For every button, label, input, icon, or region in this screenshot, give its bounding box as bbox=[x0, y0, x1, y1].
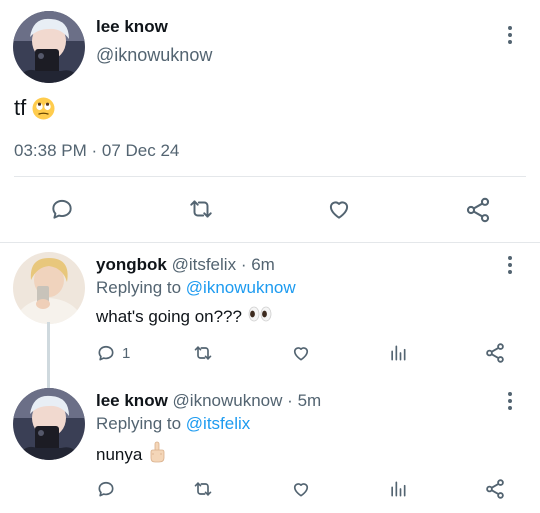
avatar[interactable] bbox=[13, 11, 85, 83]
more-icon-dot bbox=[508, 399, 512, 403]
share-button[interactable] bbox=[464, 196, 492, 224]
heart-icon bbox=[293, 483, 309, 497]
more-icon-dot bbox=[508, 26, 512, 30]
tweet-text: tf bbox=[14, 95, 55, 121]
reply-icon bbox=[52, 199, 72, 219]
heart-icon bbox=[329, 201, 349, 219]
more-icon-dot bbox=[508, 33, 512, 37]
replying-to-link[interactable]: @iknowuknow bbox=[186, 278, 296, 297]
analytics-button[interactable] bbox=[388, 479, 408, 499]
reply-header: lee know @iknowuknow · 5m bbox=[96, 391, 321, 411]
retweet-icon bbox=[194, 482, 212, 496]
retweet-icon bbox=[194, 346, 212, 360]
reply-text-content: what's going on??? bbox=[96, 306, 242, 326]
share-icon bbox=[486, 343, 504, 363]
replying-to: Replying to @itsfelix bbox=[96, 414, 250, 434]
like-button[interactable] bbox=[290, 479, 312, 499]
share-icon bbox=[486, 479, 504, 499]
display-name[interactable]: lee know bbox=[96, 17, 168, 37]
reply-icon bbox=[98, 345, 114, 361]
replying-to-label: Replying to bbox=[96, 278, 182, 297]
reply-header: yongbok @itsfelix · 6m bbox=[96, 255, 275, 275]
replying-to-link[interactable]: @itsfelix bbox=[186, 414, 251, 433]
more-icon-dot bbox=[508, 392, 512, 396]
tweet-text-content: tf bbox=[14, 95, 27, 120]
username-handle[interactable]: @iknowuknow bbox=[96, 45, 212, 66]
display-name[interactable]: yongbok bbox=[96, 255, 167, 274]
more-options-button[interactable] bbox=[500, 253, 520, 277]
display-name[interactable]: lee know bbox=[96, 391, 168, 410]
middle-finger-emoji-icon bbox=[148, 441, 166, 468]
heart-icon bbox=[293, 347, 309, 361]
reply-text-content: nunya bbox=[96, 444, 143, 464]
more-options-button[interactable] bbox=[500, 389, 520, 413]
share-button[interactable] bbox=[484, 478, 506, 500]
replying-to: Replying to @iknowuknow bbox=[96, 278, 296, 298]
more-icon-dot bbox=[508, 270, 512, 274]
separator-dot: · bbox=[240, 255, 247, 274]
reply-text: nunya bbox=[96, 441, 166, 468]
replying-to-label: Replying to bbox=[96, 414, 182, 433]
like-button[interactable] bbox=[290, 343, 312, 363]
reply-button[interactable] bbox=[96, 479, 116, 499]
retweet-button[interactable] bbox=[187, 196, 215, 222]
reply-text: what's going on??? bbox=[96, 306, 272, 327]
divider bbox=[0, 242, 540, 243]
reply-time[interactable]: 5m bbox=[298, 391, 322, 410]
more-icon-dot bbox=[508, 263, 512, 267]
rolling-eyes-emoji-icon bbox=[32, 97, 55, 120]
analytics-icon bbox=[391, 481, 406, 497]
divider bbox=[14, 176, 526, 177]
reply-button[interactable]: 1 bbox=[96, 343, 130, 363]
more-icon-dot bbox=[508, 256, 512, 260]
username-handle[interactable]: @itsfelix bbox=[172, 255, 237, 274]
retweet-button[interactable] bbox=[192, 479, 214, 499]
reply-icon bbox=[98, 481, 114, 497]
username-handle[interactable]: @iknowuknow bbox=[173, 391, 283, 410]
more-options-button[interactable] bbox=[500, 23, 520, 47]
more-icon-dot bbox=[508, 406, 512, 410]
reply-button[interactable] bbox=[49, 196, 75, 222]
retweet-icon bbox=[190, 200, 212, 218]
retweet-button[interactable] bbox=[192, 343, 214, 363]
analytics-button[interactable] bbox=[388, 343, 408, 363]
separator-dot: · bbox=[287, 391, 293, 410]
reply-count: 1 bbox=[122, 344, 131, 362]
tweet-timestamp[interactable]: 03:38 PM · 07 Dec 24 bbox=[14, 141, 179, 161]
avatar[interactable] bbox=[13, 388, 85, 460]
eyes-emoji-icon bbox=[248, 306, 272, 327]
reply-time[interactable]: 6m bbox=[251, 255, 275, 274]
share-button[interactable] bbox=[484, 342, 506, 364]
analytics-icon bbox=[391, 345, 406, 361]
like-button[interactable] bbox=[325, 196, 353, 222]
avatar[interactable] bbox=[13, 252, 85, 324]
share-icon bbox=[466, 197, 490, 223]
thread-line bbox=[47, 322, 50, 392]
more-icon-dot bbox=[508, 40, 512, 44]
